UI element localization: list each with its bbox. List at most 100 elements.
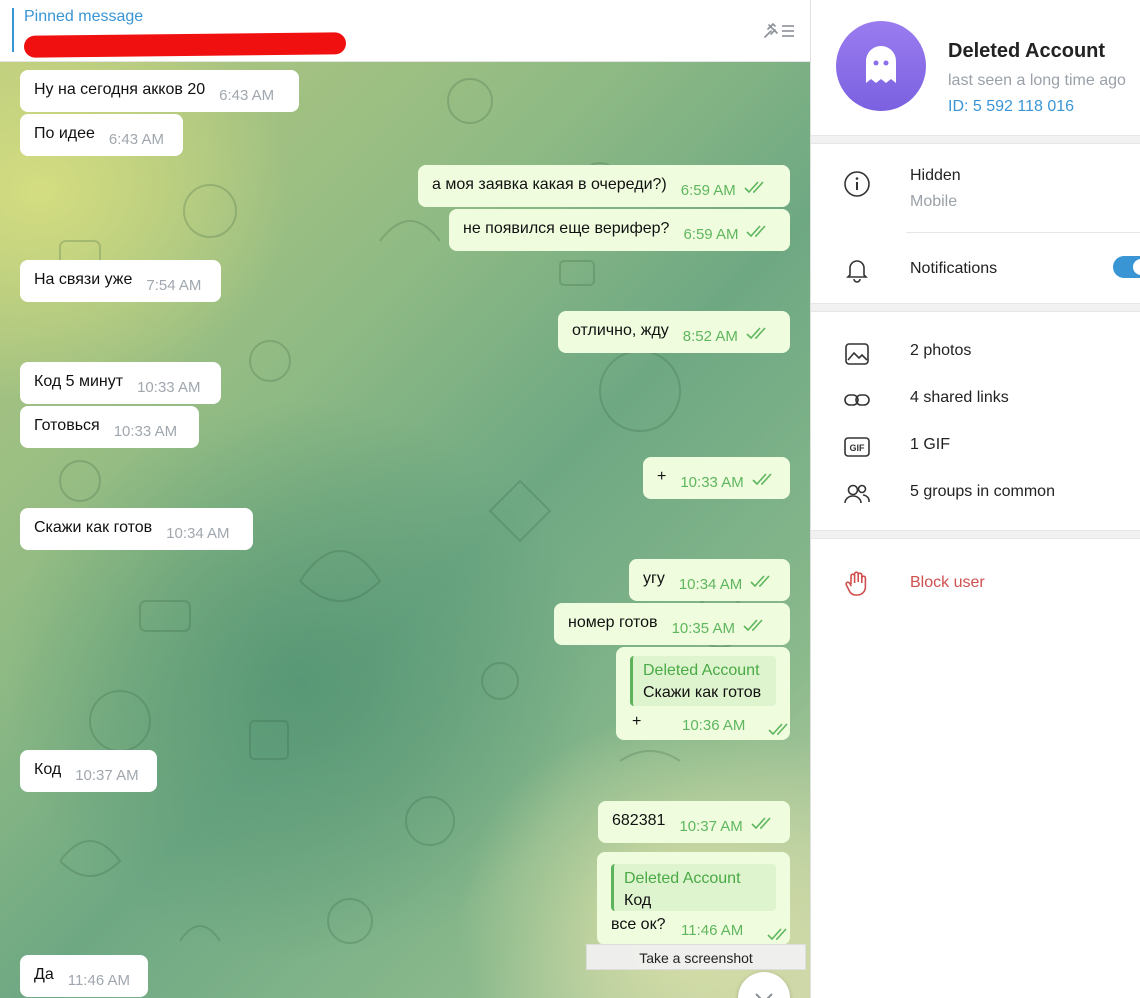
message-text: Код 5 минут (34, 373, 124, 390)
message-time: 11:46 AM (67, 972, 130, 989)
scroll-down-button[interactable] (738, 972, 790, 998)
svg-text:GIF: GIF (850, 443, 866, 453)
info-icon (843, 170, 871, 203)
reply-author: Deleted Account (624, 870, 741, 887)
outgoing-message[interactable]: 682381 10:37 AM (598, 801, 790, 843)
double-check-icon (744, 181, 764, 194)
message-time: 10:35 AM (671, 620, 735, 637)
message-text: + (657, 468, 667, 485)
section-divider (811, 303, 1140, 312)
chevron-down-icon (755, 993, 773, 998)
outgoing-message[interactable]: угу 10:34 AM (629, 559, 790, 601)
message-text: угу (643, 570, 665, 587)
pinned-message-bar[interactable]: Pinned message (0, 0, 810, 62)
pinned-accent-bar (12, 8, 14, 52)
media-groups[interactable]: 5 groups in common (910, 483, 1055, 501)
hand-stop-icon (843, 570, 871, 603)
pinned-title: Pinned message (24, 8, 144, 25)
info-value[interactable]: Hidden (910, 167, 961, 185)
message-text: 682381 (612, 812, 666, 829)
notifications-label: Notifications (910, 260, 998, 277)
message-text: По идее (34, 125, 95, 142)
message-text: На связи уже (34, 271, 133, 288)
outgoing-message[interactable]: Deleted Account Код все ок? 11:46 AM (597, 852, 790, 945)
message-time: 6:43 AM (108, 131, 164, 148)
reply-text: Скажи как готов (643, 684, 762, 701)
reply-author: Deleted Account (643, 662, 760, 679)
incoming-message[interactable]: Да 11:46 AM (20, 955, 148, 997)
media-photos[interactable]: 2 photos (910, 342, 971, 360)
outgoing-message[interactable]: номер готов 10:35 AM (554, 603, 790, 645)
message-time: 10:37 AM (679, 818, 743, 835)
incoming-message[interactable]: Скажи как готов 10:34 AM (20, 508, 253, 550)
photo-icon (843, 340, 871, 373)
double-check-icon (751, 817, 771, 830)
outgoing-message[interactable]: Deleted Account Скажи как готов +10:36 AM (616, 647, 790, 740)
notifications-toggle[interactable] (1113, 256, 1140, 278)
bell-icon (843, 255, 871, 288)
message-time: 8:52 AM (682, 328, 738, 345)
last-seen: last seen a long time ago (948, 72, 1126, 89)
info-sub: Mobile (910, 193, 958, 210)
message-text: Да (34, 966, 54, 983)
message-time: 6:59 AM (683, 226, 739, 243)
outgoing-message[interactable]: а моя заявка какая в очереди?) 6:59 AM (418, 165, 790, 207)
message-text: Готовься (34, 417, 100, 434)
message-text: + (632, 713, 642, 730)
incoming-message[interactable]: Код 5 минут 10:33 AM (20, 362, 221, 404)
outgoing-message[interactable]: отлично, жду 8:52 AM (558, 311, 790, 353)
message-time: 10:33 AM (137, 379, 201, 396)
message-text: номер готов (568, 614, 658, 631)
message-text: отлично, жду (572, 322, 669, 339)
screenshot-tooltip: Take a screenshot (586, 944, 806, 970)
incoming-message[interactable]: Ну на сегодня акков 20 6:43 AM (20, 70, 299, 112)
reply-text: Код (624, 892, 652, 909)
gif-icon: GIF (843, 433, 871, 466)
reply-quote[interactable]: Deleted Account Скажи как готов (630, 656, 776, 706)
message-time: 10:34 AM (678, 576, 743, 593)
message-time: 10:37 AM (75, 767, 139, 784)
message-time: 6:59 AM (680, 182, 736, 199)
ghost-icon (866, 46, 896, 83)
outgoing-message[interactable]: не появился еще верифер? 6:59 AM (449, 209, 790, 251)
redaction-mark (23, 32, 347, 58)
message-time: 10:36 AM (682, 717, 746, 734)
double-check-icon (743, 619, 763, 632)
double-check-icon (767, 928, 787, 941)
message-text: Скажи как готов (34, 519, 153, 536)
double-check-icon (750, 575, 770, 588)
incoming-message[interactable]: По идее 6:43 AM (20, 114, 183, 156)
message-time: 10:34 AM (166, 525, 230, 542)
incoming-message[interactable]: Код 10:37 AM (20, 750, 157, 792)
reply-quote[interactable]: Deleted Account Код (611, 864, 776, 911)
message-time: 10:33 AM (680, 474, 744, 491)
incoming-message[interactable]: На связи уже 7:54 AM (20, 260, 221, 302)
row-divider (906, 232, 1140, 233)
pinned-list-icon[interactable] (762, 20, 796, 47)
user-id[interactable]: ID: 5 592 118 016 (948, 98, 1074, 116)
message-time: 7:54 AM (146, 277, 202, 294)
link-icon (843, 386, 871, 419)
message-time: 10:33 AM (113, 423, 178, 440)
block-user-button[interactable]: Block user (910, 574, 985, 592)
profile-name: Deleted Account (948, 40, 1106, 62)
section-divider (811, 530, 1140, 539)
profile-panel: Deleted Account last seen a long time ag… (810, 0, 1140, 998)
media-links[interactable]: 4 shared links (910, 389, 1009, 407)
double-check-icon (746, 327, 766, 340)
double-check-icon (752, 473, 772, 486)
outgoing-message[interactable]: +10:33 AM (643, 457, 790, 499)
message-text: Код (34, 761, 62, 778)
media-gifs[interactable]: 1 GIF (910, 436, 950, 454)
avatar[interactable] (836, 21, 926, 111)
double-check-icon (746, 225, 767, 238)
message-text: все ок? (611, 916, 666, 933)
message-text: Ну на сегодня акков 20 (34, 81, 206, 98)
message-time: 6:43 AM (219, 87, 275, 104)
incoming-message[interactable]: Готовься 10:33 AM (20, 406, 199, 448)
groups-icon (843, 480, 871, 513)
message-text: а моя заявка какая в очереди?) (432, 176, 667, 193)
double-check-icon (768, 723, 788, 736)
chat-area: Pinned message Ну на сегодня акков 20 6:… (0, 0, 810, 998)
message-text: не появился еще верифер? (463, 220, 670, 237)
